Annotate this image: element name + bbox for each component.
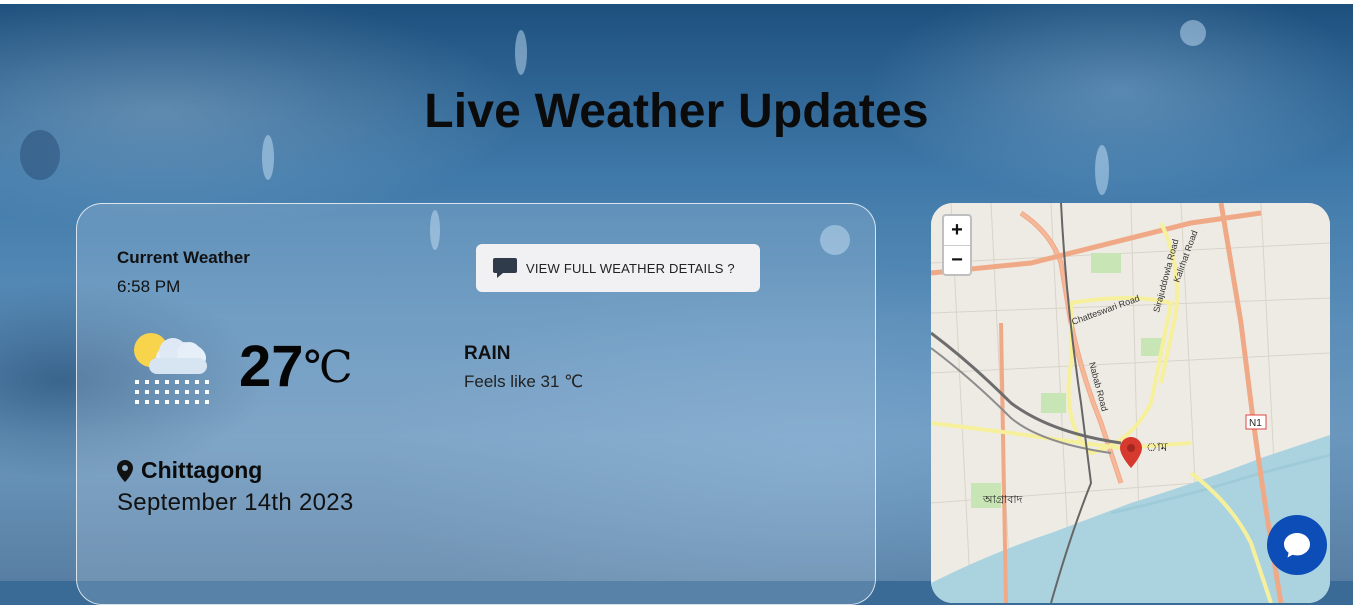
location: Chittagong — [117, 457, 262, 484]
map-label-agrabad: আগ্রাবাদ — [982, 494, 1023, 506]
chat-widget-icon — [1284, 533, 1310, 558]
location-pin-icon — [117, 459, 133, 482]
map-label-n1: N1 — [1249, 418, 1262, 429]
zoom-in-button[interactable]: + — [944, 216, 970, 246]
current-weather-label: Current Weather — [117, 248, 250, 267]
current-date: September 14th 2023 — [117, 489, 354, 516]
raindrop — [1180, 20, 1206, 46]
city-name: Chittagong — [141, 457, 263, 483]
temperature-value: 27 — [239, 334, 304, 399]
chat-bubble-icon — [493, 258, 517, 278]
view-full-details-label: VIEW FULL WEATHER DETAILS ? — [526, 260, 735, 276]
cloud-sun-rain-icon — [134, 333, 209, 404]
map-zoom-control: + − — [942, 214, 972, 276]
raindrop — [262, 135, 274, 180]
temperature-unit: ℃ — [303, 342, 353, 393]
weather-condition: RAIN — [464, 343, 511, 364]
top-border — [0, 0, 1353, 4]
chat-widget-button[interactable] — [1267, 515, 1327, 575]
raindrop — [515, 30, 527, 75]
temperature: 27℃ — [239, 338, 353, 396]
raindrop — [1095, 145, 1109, 195]
current-weather-card: Current Weather 6:58 PM VIEW FULL WEATHE… — [76, 203, 876, 605]
map-label-city: াম — [1146, 440, 1168, 454]
current-time: 6:58 PM — [117, 277, 181, 296]
view-full-details-button[interactable]: VIEW FULL WEATHER DETAILS ? — [476, 244, 760, 292]
page-title: Live Weather Updates — [424, 85, 929, 138]
feels-like: Feels like 31 ℃ — [464, 372, 584, 391]
zoom-out-button[interactable]: − — [944, 246, 970, 275]
